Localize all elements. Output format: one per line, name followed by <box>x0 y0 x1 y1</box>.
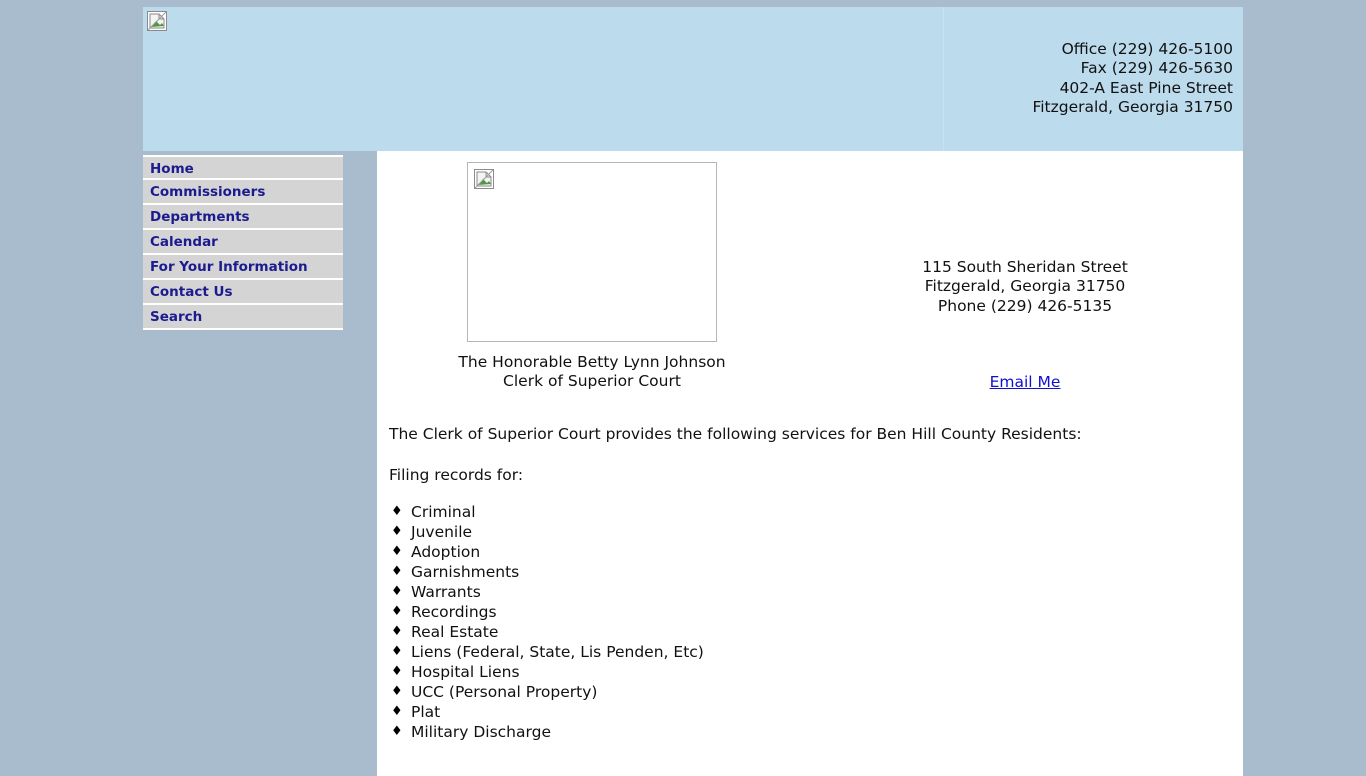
diamond-bullet-icon: ♦ <box>391 504 403 519</box>
list-item-label: Juvenile <box>411 523 473 541</box>
diamond-bullet-icon: ♦ <box>391 664 403 679</box>
list-item-label: Garnishments <box>411 563 520 581</box>
list-item-label: Liens (Federal, State, Lis Penden, Etc) <box>411 643 704 661</box>
clerk-caption: The Honorable Betty Lynn Johnson Clerk o… <box>377 353 807 391</box>
office-address-block: 115 South Sheridan Street Fitzgerald, Ge… <box>807 162 1243 391</box>
header-logo-cell <box>143 7 944 151</box>
diamond-bullet-icon: ♦ <box>391 584 403 599</box>
sidebar-item-search[interactable]: Search <box>143 305 343 330</box>
list-item-label: Hospital Liens <box>411 663 520 681</box>
diamond-bullet-icon: ♦ <box>391 724 403 739</box>
list-item: ♦ Liens (Federal, State, Lis Penden, Etc) <box>389 642 1243 662</box>
services-list: ♦ Criminal ♦ Juvenile ♦ Adoption ♦ Garnishme… <box>389 502 1243 742</box>
sidebar-item-contact-us[interactable]: Contact Us <box>143 280 343 305</box>
list-item-label: Real Estate <box>411 623 499 641</box>
list-item-label: Recordings <box>411 603 497 621</box>
list-item-label: Adoption <box>411 543 481 561</box>
office-address-street: 115 South Sheridan Street <box>922 258 1128 276</box>
diamond-bullet-icon: ♦ <box>391 544 403 559</box>
list-item-label: Military Discharge <box>411 723 551 741</box>
broken-image-icon <box>147 11 167 31</box>
clerk-photo-block: The Honorable Betty Lynn Johnson Clerk o… <box>377 162 807 391</box>
clerk-photo-frame <box>467 162 717 342</box>
diamond-bullet-icon: ♦ <box>391 524 403 539</box>
body-wrapper: Home Commissioners Departments Calendar … <box>143 151 1243 776</box>
sidebar-item-departments[interactable]: Departments <box>143 205 343 230</box>
list-item-label: UCC (Personal Property) <box>411 683 598 701</box>
list-item: ♦ Adoption <box>389 542 1243 562</box>
sidebar-item-home[interactable]: Home <box>143 155 343 180</box>
list-item: ♦ Real Estate <box>389 622 1243 642</box>
clerk-name: The Honorable Betty Lynn Johnson <box>458 353 726 371</box>
main-navigation: Home Commissioners Departments Calendar … <box>143 151 343 330</box>
list-item: ♦ Hospital Liens <box>389 662 1243 682</box>
list-item: ♦ Military Discharge <box>389 722 1243 742</box>
list-item: ♦ Garnishments <box>389 562 1243 582</box>
list-item: ♦ Recordings <box>389 602 1243 622</box>
header-contact-block: Office (229) 426-5100 Fax (229) 426-5630… <box>944 7 1243 151</box>
list-item-label: Warrants <box>411 583 481 601</box>
office-address-city: Fitzgerald, Georgia 31750 <box>924 277 1126 296</box>
office-address-phone: Phone (229) 426-5135 <box>937 296 1113 315</box>
email-me-link[interactable]: Email Me <box>990 373 1061 391</box>
header-contact-line-city: Fitzgerald, Georgia 31750 <box>1032 97 1233 116</box>
site-header: Office (229) 426-5100 Fax (229) 426-5630… <box>143 7 1243 151</box>
sidebar-item-for-your-information[interactable]: For Your Information <box>143 255 343 280</box>
list-item: ♦ Juvenile <box>389 522 1243 542</box>
sidebar-item-calendar[interactable]: Calendar <box>143 230 343 255</box>
list-heading: Filing records for: <box>389 466 524 484</box>
diamond-bullet-icon: ♦ <box>391 684 403 699</box>
header-contact-line-street: 402-A East Pine Street <box>1059 78 1233 97</box>
list-item: ♦ Plat <box>389 702 1243 722</box>
intro-paragraph: The Clerk of Superior Court provides the… <box>389 425 1082 443</box>
diamond-bullet-icon: ♦ <box>391 604 403 619</box>
list-item: ♦ UCC (Personal Property) <box>389 682 1243 702</box>
broken-image-icon <box>474 169 494 189</box>
list-item: ♦ Criminal <box>389 502 1243 522</box>
diamond-bullet-icon: ♦ <box>391 644 403 659</box>
clerk-title: Clerk of Superior Court <box>503 372 681 390</box>
list-item-label: Plat <box>411 703 441 721</box>
diamond-bullet-icon: ♦ <box>391 564 403 579</box>
clerk-intro-row: The Honorable Betty Lynn Johnson Clerk o… <box>377 151 1243 391</box>
list-item: ♦ Warrants <box>389 582 1243 602</box>
header-contact-line-fax: Fax (229) 426-5630 <box>1080 59 1233 78</box>
diamond-bullet-icon: ♦ <box>391 704 403 719</box>
sidebar-item-commissioners[interactable]: Commissioners <box>143 180 343 205</box>
services-section: The Clerk of Superior Court provides the… <box>377 391 1243 742</box>
list-item-label: Criminal <box>411 503 476 521</box>
diamond-bullet-icon: ♦ <box>391 624 403 639</box>
header-contact-line-office: Office (229) 426-5100 <box>1061 40 1233 58</box>
page-container: Office (229) 426-5100 Fax (229) 426-5630… <box>143 7 1243 776</box>
main-content: The Honorable Betty Lynn Johnson Clerk o… <box>377 151 1243 776</box>
